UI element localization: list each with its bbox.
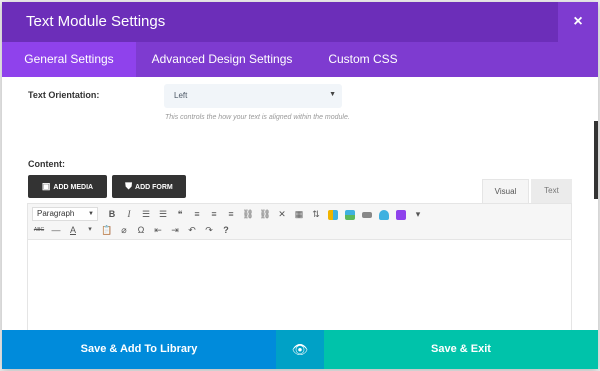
text-color-icon[interactable]: A (66, 223, 80, 237)
blockquote-icon[interactable]: ❝ (173, 207, 187, 221)
add-media-label: ADD MEDIA (53, 184, 94, 191)
close-icon[interactable]: × (558, 2, 598, 42)
strikethrough-icon[interactable]: ABC (32, 223, 46, 237)
modal-footer: Save & Add To Library 👁 Save & Exit (2, 330, 598, 369)
tab-advanced-design-settings[interactable]: Advanced Design Settings (136, 42, 308, 77)
horizontal-line-icon[interactable]: — (49, 223, 63, 237)
content-editor[interactable]: Paragraph ▼ B I ☰ ☰ ❝ ≡ ≡ ≡ ⛓ ⛓ ✕ ▦ ⇅ ▾ … (27, 203, 572, 331)
module-settings-modal: Text Module Settings × General Settings … (2, 2, 598, 369)
align-center-icon[interactable]: ≡ (207, 207, 221, 221)
content-label: Content: (28, 159, 65, 169)
tab-custom-css[interactable]: Custom CSS (308, 42, 418, 77)
bold-icon[interactable]: B (105, 207, 119, 221)
chevron-down-icon[interactable]: ▾ (83, 223, 97, 237)
editor-tab-text[interactable]: Text (531, 179, 572, 203)
settings-tabs: General Settings Advanced Design Setting… (2, 42, 598, 77)
format-select[interactable]: Paragraph ▼ (32, 207, 98, 221)
undo-icon[interactable]: ↶ (185, 223, 199, 237)
help-icon[interactable]: ? (219, 223, 233, 237)
outdent-icon[interactable]: ⇤ (151, 223, 165, 237)
save-exit-button[interactable]: Save & Exit (324, 330, 598, 369)
paste-text-icon[interactable]: 📋 (100, 223, 114, 237)
align-right-icon[interactable]: ≡ (224, 207, 238, 221)
text-orientation-value: Left (174, 91, 188, 100)
save-add-to-library-button[interactable]: Save & Add To Library (2, 330, 276, 369)
form-icon: ⛊ (125, 181, 133, 191)
stack-icon[interactable] (343, 207, 357, 221)
editor-toolbar: Paragraph ▼ B I ☰ ☰ ❝ ≡ ≡ ≡ ⛓ ⛓ ✕ ▦ ⇅ ▾ … (28, 204, 571, 240)
tab-general-settings[interactable]: General Settings (2, 42, 136, 77)
modal-title: Text Module Settings (26, 13, 166, 30)
chevron-down-icon: ▼ (329, 91, 336, 98)
text-orientation-select[interactable]: Left ▼ (164, 84, 342, 108)
sort-icon[interactable]: ⇅ (309, 207, 323, 221)
toolbar-row-1: Paragraph ▼ B I ☰ ☰ ❝ ≡ ≡ ≡ ⛓ ⛓ ✕ ▦ ⇅ ▾ (32, 206, 425, 222)
redo-icon[interactable]: ↷ (202, 223, 216, 237)
media-icon: ▣ (41, 181, 51, 191)
add-form-label: ADD FORM (135, 184, 173, 191)
shortcode-icon[interactable] (394, 207, 408, 221)
fullscreen-icon[interactable]: ✕ (275, 207, 289, 221)
divider-icon[interactable] (360, 207, 374, 221)
numbered-list-icon[interactable]: ☰ (156, 207, 170, 221)
format-select-value: Paragraph (37, 209, 75, 218)
chevron-down-icon: ▼ (88, 211, 94, 217)
indent-icon[interactable]: ⇥ (168, 223, 182, 237)
toolbar-row-2: ABC — A ▾ 📋 ⌀ Ω ⇤ ⇥ ↶ ↷ ? (32, 222, 233, 238)
clear-formatting-icon[interactable]: ⌀ (117, 223, 131, 237)
preview-eye-icon[interactable]: 👁 (276, 330, 324, 369)
bullet-list-icon[interactable]: ☰ (139, 207, 153, 221)
italic-icon[interactable]: I (122, 207, 136, 221)
align-left-icon[interactable]: ≡ (190, 207, 204, 221)
modal-header: Text Module Settings × (2, 2, 598, 42)
settings-content: Text Orientation: Left ▼ This controls t… (2, 77, 598, 331)
lock-icon[interactable] (377, 207, 391, 221)
toolbar-toggle-icon[interactable]: ▦ (292, 207, 306, 221)
text-orientation-description: This controls the how your text is align… (165, 114, 350, 121)
add-media-button[interactable]: ▣ ADD MEDIA (28, 175, 107, 198)
editor-tab-visual[interactable]: Visual (482, 179, 529, 203)
special-character-icon[interactable]: Ω (134, 223, 148, 237)
unlink-icon[interactable]: ⛓ (258, 207, 272, 221)
scrollbar[interactable] (594, 121, 598, 199)
layout-icon[interactable] (326, 207, 340, 221)
text-orientation-label: Text Orientation: (28, 90, 100, 100)
add-form-button[interactable]: ⛊ ADD FORM (112, 175, 186, 198)
chevron-down-icon[interactable]: ▾ (411, 207, 425, 221)
link-icon[interactable]: ⛓ (241, 207, 255, 221)
